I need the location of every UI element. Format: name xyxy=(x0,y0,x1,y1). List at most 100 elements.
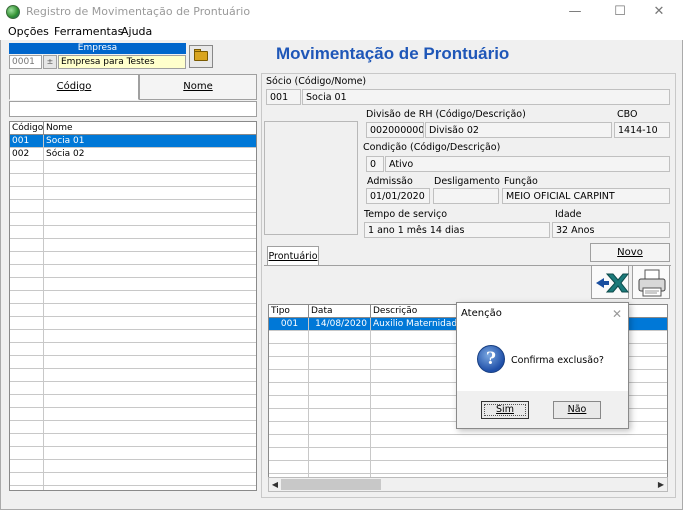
search-input[interactable] xyxy=(9,101,257,117)
empty-row xyxy=(10,330,256,343)
empresa-header: Empresa xyxy=(9,43,186,54)
empty-cell xyxy=(10,369,44,381)
empty-row xyxy=(269,461,667,474)
empty-cell xyxy=(269,370,309,382)
window-title: Registro de Movimentação de Prontuário xyxy=(26,5,251,18)
empty-row xyxy=(10,226,256,239)
scrollbar-thumb[interactable] xyxy=(281,479,381,490)
empty-cell xyxy=(44,356,256,368)
sort-codigo-label: Código xyxy=(56,81,92,92)
menu-ferramentas[interactable]: Ferramentas xyxy=(54,25,123,38)
table-row[interactable]: 002 Sócia 02 xyxy=(10,148,256,161)
empty-row xyxy=(10,473,256,486)
empty-cell xyxy=(44,174,256,186)
empty-row xyxy=(10,369,256,382)
empty-cell xyxy=(309,396,371,408)
cbo-field: 1414-10 xyxy=(614,122,670,138)
empresa-spin-button[interactable]: ± xyxy=(43,55,57,69)
cell-nome: Sócia 02 xyxy=(44,148,256,160)
empty-row xyxy=(10,421,256,434)
empty-cell xyxy=(371,435,667,447)
empty-cell xyxy=(309,383,371,395)
menu-ajuda[interactable]: Ajuda xyxy=(121,25,152,38)
empty-cell xyxy=(10,486,44,490)
empty-cell xyxy=(10,317,44,329)
horizontal-scrollbar[interactable]: ◀ ▶ xyxy=(268,477,668,492)
tempo-servico-label: Tempo de serviço xyxy=(364,209,448,220)
empty-cell xyxy=(269,357,309,369)
empty-row xyxy=(10,408,256,421)
empty-cell xyxy=(44,447,256,459)
empty-cell xyxy=(10,330,44,342)
menu-opcoes[interactable]: Opções xyxy=(8,25,49,38)
maximize-button[interactable]: ☐ xyxy=(610,4,630,20)
novo-button-label: Novo xyxy=(617,247,643,258)
idade-field: 32 Anos xyxy=(552,222,670,238)
socio-code-field: 001 xyxy=(266,89,301,105)
empty-cell xyxy=(44,200,256,212)
empty-row xyxy=(10,317,256,330)
delete-button[interactable] xyxy=(591,265,630,299)
dialog-close-icon[interactable]: ✕ xyxy=(609,306,625,322)
open-folder-button[interactable] xyxy=(189,45,213,68)
menu-bar: Opções Ferramentas Ajuda xyxy=(0,24,683,40)
empty-cell xyxy=(44,161,256,173)
scroll-right-arrow-icon[interactable]: ▶ xyxy=(655,478,667,491)
column-header-nome[interactable]: Nome xyxy=(44,122,256,135)
cell-data: 14/08/2020 xyxy=(309,318,371,330)
empty-cell xyxy=(309,409,371,421)
printer-icon xyxy=(638,269,666,297)
empty-row xyxy=(269,435,667,448)
empty-cell xyxy=(269,383,309,395)
sort-by-nome-button[interactable]: Nome xyxy=(139,74,257,100)
tab-prontuario[interactable]: Prontuário xyxy=(267,246,319,266)
condicao-label: Condição (Código/Descrição) xyxy=(363,142,501,153)
yes-button[interactable]: Sim xyxy=(481,401,529,419)
empresa-code-field[interactable]: 0001 xyxy=(9,55,42,69)
tempo-servico-field: 1 ano 1 mês 14 dias xyxy=(364,222,550,238)
no-button[interactable]: Não xyxy=(553,401,601,419)
empty-cell xyxy=(269,344,309,356)
empty-row xyxy=(10,213,256,226)
delete-x-icon xyxy=(596,273,630,293)
novo-button[interactable]: Novo xyxy=(590,243,670,262)
table-row[interactable]: 001 Socia 01 xyxy=(10,135,256,148)
condicao-desc-field: Ativo xyxy=(385,156,670,172)
empty-cell xyxy=(10,447,44,459)
empty-cell xyxy=(309,331,371,343)
empty-row xyxy=(10,278,256,291)
scroll-left-arrow-icon[interactable]: ◀ xyxy=(269,478,281,491)
empty-row xyxy=(10,200,256,213)
empty-cell xyxy=(44,330,256,342)
empty-cell xyxy=(44,252,256,264)
sort-by-codigo-button[interactable]: Código xyxy=(9,74,139,100)
divisao-code-field: 002000000 xyxy=(366,122,424,138)
no-button-label: Não xyxy=(567,404,587,415)
column-header-data[interactable]: Data xyxy=(309,305,371,318)
socios-grid[interactable]: Código Nome 001 Socia 01 002 Sócia 02 xyxy=(9,121,257,491)
cell-codigo: 001 xyxy=(10,135,44,147)
empty-cell xyxy=(44,486,256,490)
empty-cell xyxy=(10,278,44,290)
empty-cell xyxy=(371,448,667,460)
empty-cell xyxy=(44,239,256,251)
column-header-codigo[interactable]: Código xyxy=(10,122,44,135)
empty-cell xyxy=(10,213,44,225)
dialog-title: Atenção xyxy=(461,308,502,319)
empty-row xyxy=(10,161,256,174)
minimize-button[interactable]: — xyxy=(565,4,585,20)
desligamento-label: Desligamento xyxy=(434,176,500,187)
admissao-label: Admissão xyxy=(367,176,413,187)
empty-cell xyxy=(10,265,44,277)
empty-cell xyxy=(309,461,371,473)
empty-row xyxy=(10,434,256,447)
empty-cell xyxy=(44,343,256,355)
idade-label: Idade xyxy=(555,209,582,220)
sort-nome-label: Nome xyxy=(183,81,213,92)
empty-cell xyxy=(269,331,309,343)
print-button[interactable] xyxy=(632,265,670,299)
column-header-tipo[interactable]: Tipo xyxy=(269,305,309,318)
close-window-button[interactable]: ✕ xyxy=(649,4,669,20)
empty-cell xyxy=(10,421,44,433)
cell-nome: Socia 01 xyxy=(44,135,256,147)
